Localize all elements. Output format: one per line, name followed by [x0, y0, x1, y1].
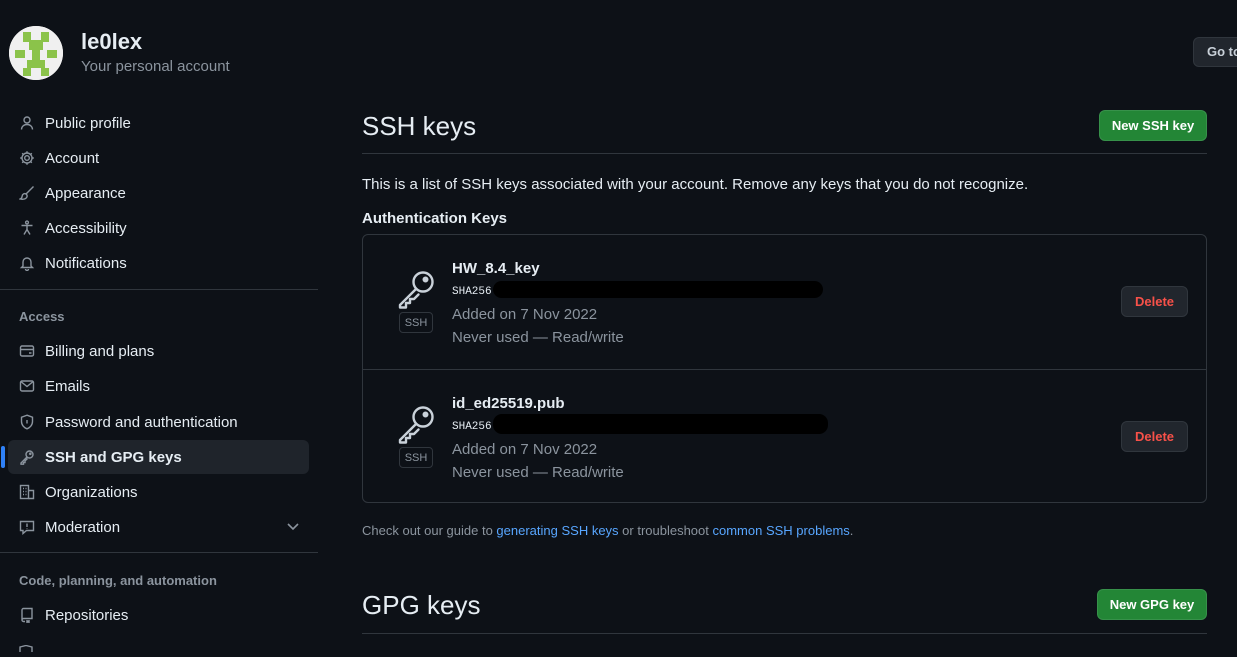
sidebar-item-label: Organizations [45, 483, 138, 501]
account-subtitle: Your personal account [81, 58, 230, 75]
report-icon [18, 518, 36, 536]
access-heading: Access [19, 309, 65, 324]
ssh-key-title: id_ed25519.pub [452, 395, 565, 412]
key-icon [397, 404, 437, 449]
bell-icon [18, 254, 36, 272]
sidebar-item-label: Account [45, 149, 100, 167]
sidebar-item-moderation[interactable]: Moderation [8, 510, 309, 544]
sidebar-item-ssh-gpg-keys[interactable]: SSH and GPG keys [1, 440, 309, 474]
key-icon [397, 269, 437, 314]
ssh-keys-title: SSH keys [362, 111, 477, 141]
sidebar-item-label: Public profile [45, 114, 131, 132]
paintbrush-icon [18, 184, 36, 202]
guide-prefix: Check out our guide to [362, 523, 497, 538]
mail-icon [18, 377, 36, 395]
sidebar-item-label: SSH and GPG keys [45, 448, 182, 466]
sidebar-item-label: Emails [45, 377, 91, 395]
guide-suffix: . [849, 523, 854, 538]
sidebar-item-label: Appearance [45, 184, 126, 202]
sidebar-item-emails[interactable]: Emails [8, 369, 309, 403]
ssh-key-row: SSH HW_8.4_key SHA256 Added on 7 Nov 202… [363, 235, 1206, 369]
sidebar-item-password-auth[interactable]: Password and authentication [8, 405, 309, 439]
sidebar-item-notifications[interactable]: Notifications [8, 246, 309, 280]
ssh-guide-text: Check out our guide to generating SSH ke… [362, 523, 853, 538]
code-planning-heading: Code, planning, and automation [19, 573, 217, 588]
ssh-badge: SSH [399, 447, 433, 468]
ssh-key-usage: Never used — Read/write [452, 329, 624, 346]
sidebar-divider [0, 289, 318, 290]
accessibility-icon [18, 219, 36, 237]
sidebar-item-label: Repositories [45, 606, 129, 624]
repo-icon [18, 606, 36, 624]
sidebar-item-accessibility[interactable]: Accessibility [8, 211, 309, 245]
sidebar-item-account[interactable]: Account [8, 141, 309, 175]
section-divider [362, 153, 1207, 154]
gpg-keys-title: GPG keys [362, 590, 481, 620]
ssh-badge: SSH [399, 312, 433, 333]
sidebar-divider [0, 552, 318, 553]
redaction-mark [493, 281, 823, 298]
person-icon [18, 114, 36, 132]
key-icon [18, 448, 36, 466]
guide-middle: or troubleshoot [618, 523, 713, 538]
sidebar-item-label: Password and authentication [45, 413, 238, 431]
authentication-keys-heading: Authentication Keys [362, 210, 508, 227]
new-ssh-key-button[interactable]: New SSH key [1099, 110, 1207, 141]
username: le0lex [81, 29, 143, 54]
ssh-key-added-date: Added on 7 Nov 2022 [452, 441, 598, 458]
ssh-keys-list: SSH HW_8.4_key SHA256 Added on 7 Nov 202… [362, 234, 1207, 503]
sidebar-item-label: Notifications [45, 254, 127, 272]
ssh-key-fingerprint: SHA256 [452, 286, 492, 298]
common-ssh-problems-link[interactable]: common SSH problems [713, 523, 850, 538]
delete-key-button[interactable]: Delete [1121, 421, 1188, 452]
ssh-intro-text: This is a list of SSH keys associated wi… [362, 176, 1029, 193]
ssh-key-title: HW_8.4_key [452, 260, 540, 277]
chevron-down-icon[interactable] [285, 518, 301, 538]
ssh-key-fingerprint: SHA256 [452, 421, 492, 433]
redaction-mark [493, 414, 828, 434]
ssh-key-added-date: Added on 7 Nov 2022 [452, 306, 598, 323]
sidebar-item-partial-icon [18, 639, 34, 652]
credit-card-icon [18, 342, 36, 360]
sidebar-item-appearance[interactable]: Appearance [8, 176, 309, 210]
shield-lock-icon [18, 413, 36, 431]
sidebar-item-organizations[interactable]: Organizations [8, 475, 309, 509]
avatar[interactable] [9, 26, 63, 80]
ssh-key-row: SSH id_ed25519.pub SHA256 Added on 7 Nov… [363, 369, 1206, 504]
generating-ssh-keys-link[interactable]: generating SSH keys [496, 523, 618, 538]
sidebar-item-billing[interactable]: Billing and plans [8, 334, 309, 368]
sidebar-item-repositories[interactable]: Repositories [8, 598, 309, 632]
new-gpg-key-button[interactable]: New GPG key [1097, 589, 1207, 620]
delete-key-button[interactable]: Delete [1121, 286, 1188, 317]
section-divider [362, 633, 1207, 634]
sidebar-item-label: Moderation [45, 518, 121, 536]
organization-icon [18, 483, 36, 501]
sidebar-item-label: Accessibility [45, 219, 127, 237]
go-to-profile-button[interactable]: Go to your personal profile [1193, 37, 1237, 67]
gear-icon [18, 149, 36, 167]
sidebar-item-public-profile[interactable]: Public profile [8, 106, 309, 140]
ssh-key-usage: Never used — Read/write [452, 464, 624, 481]
sidebar-item-label: Billing and plans [45, 342, 155, 360]
